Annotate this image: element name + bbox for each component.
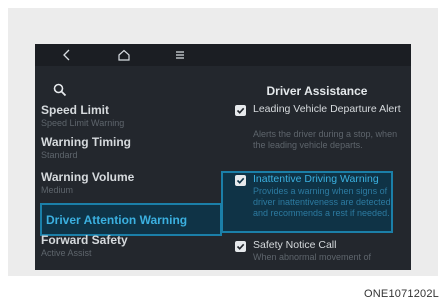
menu-item-title: Forward Safety (41, 233, 128, 247)
option-label: Safety Notice Call (253, 239, 337, 251)
menu-item-title: Speed Limit (41, 103, 110, 117)
checkbox-checked-icon[interactable] (235, 175, 246, 186)
menu-item-speed-limit[interactable]: Speed Limit Speed Limit Warning (41, 103, 221, 129)
menu-item-title: Driver Attention Warning (46, 213, 188, 227)
option-label: Inattentive Driving Warning (253, 173, 379, 185)
menu-item-subtitle: Speed Limit Warning (41, 118, 125, 128)
menu-item-title: Warning Timing (41, 135, 131, 149)
menu-item-warning-timing[interactable]: Warning Timing Standard (41, 135, 221, 161)
option-description: Provides a warning when signs of driver … (253, 186, 394, 218)
menu-item-forward-safety[interactable]: Forward Safety Active Assist (41, 233, 221, 259)
menu-item-subtitle: Standard (41, 150, 78, 160)
menu-item-title: Warning Volume (41, 170, 135, 184)
menu-item-warning-volume[interactable]: Warning Volume Medium (41, 170, 221, 196)
option-description: When abnormal movement of (253, 252, 372, 262)
options-panel-lower: Inattentive Driving Warning Provides a w… (223, 44, 411, 270)
checkbox-checked-icon[interactable] (235, 241, 246, 252)
menu-item-driver-attention-warning[interactable]: Driver Attention Warning (40, 203, 222, 236)
search-icon[interactable] (53, 83, 67, 97)
menu-item-subtitle: Medium (41, 185, 74, 195)
settings-menu: Speed Limit Speed Limit Warning Warning … (35, 44, 223, 270)
figure-caption: ONE1071202L (364, 288, 439, 300)
menu-item-subtitle: Active Assist (41, 248, 92, 258)
infotainment-screen: Speed Limit Speed Limit Warning Warning … (35, 44, 411, 270)
